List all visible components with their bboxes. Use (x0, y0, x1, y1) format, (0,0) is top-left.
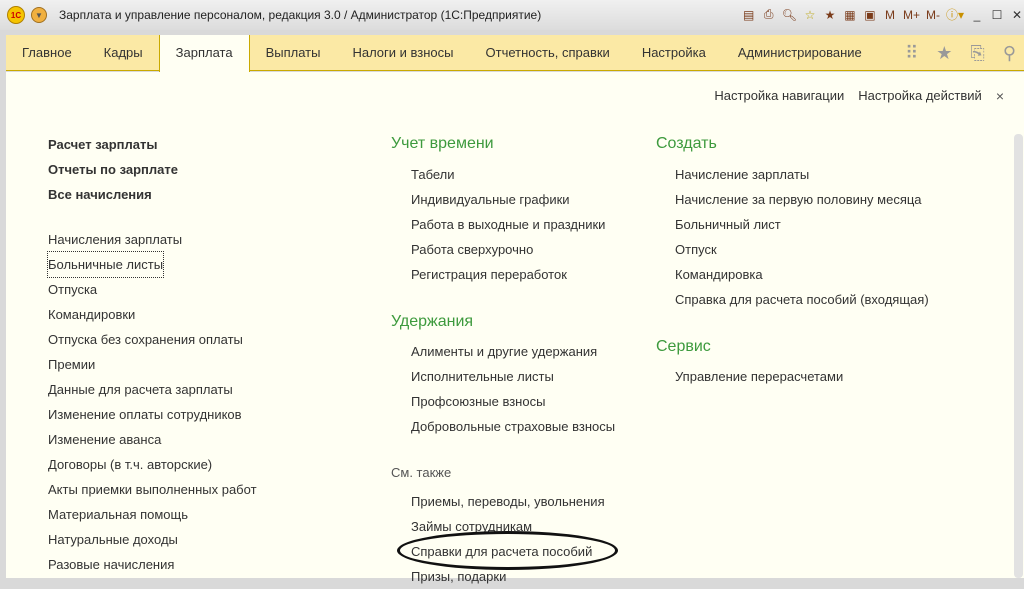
print-icon[interactable]: ⎙ (762, 7, 776, 22)
tab-settings[interactable]: Настройка (626, 35, 722, 70)
list-item[interactable]: Профсоюзные взносы (411, 389, 615, 414)
left-bold-links: Расчет зарплаты Отчеты по зарплате Все н… (48, 132, 178, 207)
close-window-icon[interactable]: ✕ (1010, 8, 1024, 22)
memory-m-button[interactable]: M (883, 8, 897, 22)
tab-main[interactable]: Главное (6, 35, 88, 70)
tab-reports[interactable]: Отчетность, справки (470, 35, 626, 70)
list-item[interactable]: Отпуск (675, 237, 929, 262)
scrollbar[interactable] (1014, 134, 1023, 578)
favorites-icon[interactable]: ★ (823, 8, 837, 22)
list-item[interactable]: Договоры (в т.ч. авторские) (48, 452, 257, 477)
info-icon[interactable]: ⓘ▾ (946, 6, 964, 23)
heading-time-tracking: Учет времени (391, 135, 494, 152)
list-item[interactable]: Начисление зарплаты (675, 162, 929, 187)
highlight-annotation (397, 531, 618, 570)
maximize-icon[interactable]: ☐ (990, 8, 1004, 22)
section-menu: Главное Кадры Зарплата Выплаты Налоги и … (6, 35, 1024, 72)
list-item[interactable]: Данные для расчета зарплаты (48, 377, 257, 402)
tab-payments[interactable]: Выплаты (250, 35, 337, 70)
minimize-icon[interactable]: _ (970, 8, 984, 22)
heading-create: Создать (656, 135, 717, 152)
list-item[interactable]: Исполнительные листы (411, 364, 615, 389)
list-item[interactable]: Разовые начисления (48, 552, 257, 577)
heading-see-also: См. также (391, 465, 452, 480)
history-icon[interactable]: ⎘ (970, 35, 984, 71)
list-item[interactable]: Командировки (48, 302, 257, 327)
window-title: Зарплата и управление персоналом, редакц… (59, 8, 542, 22)
heading-service: Сервис (656, 338, 711, 355)
list-item[interactable]: Больничные листы (46, 251, 165, 278)
app-logo-icon: 1С (7, 6, 25, 24)
favorites-star-icon[interactable]: ★ (936, 35, 952, 71)
heading-deductions: Удержания (391, 313, 474, 330)
list-item[interactable]: Работа в выходные и праздники (411, 212, 605, 237)
list-item[interactable]: Командировка (675, 262, 929, 287)
left-links: Начисления зарплаты Больничные листы Отп… (46, 227, 257, 577)
section-panel: Настройка навигации Настройка действий ×… (6, 72, 1024, 584)
add-favorite-icon[interactable]: ☆ (803, 8, 817, 22)
list-item[interactable]: Справка для расчета пособий (входящая) (675, 287, 929, 312)
list-item[interactable]: Натуральные доходы (48, 527, 257, 552)
list-item[interactable]: Изменение аванса (48, 427, 257, 452)
list-item[interactable]: Добровольные страховые взносы (411, 414, 615, 439)
calculator-icon[interactable]: ▦ (843, 8, 857, 22)
tab-hr[interactable]: Кадры (88, 35, 159, 70)
preview-icon[interactable]: 🔍︎ (782, 8, 797, 22)
list-item[interactable]: Изменение оплаты сотрудников (48, 402, 257, 427)
calendar-icon[interactable]: ▣ (863, 8, 877, 22)
list-item[interactable]: Акты приемки выполненных работ (48, 477, 257, 502)
list-item[interactable]: Табели (411, 162, 605, 187)
list-item[interactable]: Отпуска без сохранения оплаты (48, 327, 257, 352)
memory-minus-button[interactable]: M- (926, 8, 940, 22)
tab-salary[interactable]: Зарплата (158, 35, 250, 72)
close-icon[interactable]: × (996, 88, 1004, 104)
action-settings-link[interactable]: Настройка действий (858, 88, 982, 104)
list-item[interactable]: Регистрация переработок (411, 262, 605, 287)
list-item[interactable]: Приемы, переводы, увольнения (411, 489, 605, 514)
list-item[interactable]: Алименты и другие удержания (411, 339, 615, 364)
link-all-accruals[interactable]: Все начисления (48, 182, 178, 207)
title-bar: 1С ▼ Зарплата и управление персоналом, р… (0, 0, 1024, 30)
list-item[interactable]: Больничный лист (675, 212, 929, 237)
all-functions-icon[interactable]: ⠿ (905, 35, 918, 71)
list-item[interactable]: Отпуска (48, 277, 257, 302)
tab-administration[interactable]: Администрирование (722, 35, 878, 70)
list-item[interactable]: Материальная помощь (48, 502, 257, 527)
search-icon[interactable]: ⚲ (1003, 35, 1016, 71)
save-icon[interactable]: ▤ (742, 8, 756, 22)
list-item[interactable]: Индивидуальные графики (411, 187, 605, 212)
list-item[interactable]: Начисление за первую половину месяца (675, 187, 929, 212)
memory-plus-button[interactable]: M+ (903, 8, 920, 22)
list-item[interactable]: Управление перерасчетами (675, 364, 843, 389)
navigation-settings-link[interactable]: Настройка навигации (714, 88, 844, 104)
link-salary-calc[interactable]: Расчет зарплаты (48, 132, 178, 157)
list-item[interactable]: Премии (48, 352, 257, 377)
main-menu-button[interactable]: ▼ (31, 7, 47, 23)
list-item[interactable]: Начисления зарплаты (48, 227, 257, 252)
tab-taxes[interactable]: Налоги и взносы (336, 35, 469, 70)
link-salary-reports[interactable]: Отчеты по зарплате (48, 157, 178, 182)
list-item[interactable]: Работа сверхурочно (411, 237, 605, 262)
